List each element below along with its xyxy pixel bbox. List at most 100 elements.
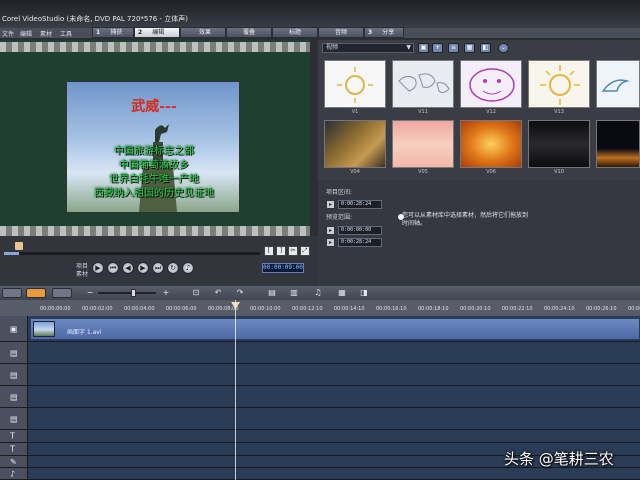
hint-text: 您可以从素材库中选择素材，然后将它们拖放到时间轴。 [402, 212, 529, 227]
trim-start-field[interactable]: 0:00:00:00 [338, 226, 382, 235]
trim-start-spin-button[interactable]: ▸ [326, 226, 335, 235]
cut-clip-button[interactable]: ✂ [288, 246, 298, 256]
playback-panel: 项目 素材 ▶ ⏮ ◀ ▶ ⏭ ↻ ♪ [ ] ✂ ⤢ 00:00:09:00 [0, 236, 318, 286]
timeline-clip[interactable]: 画面字 1.avi [30, 318, 640, 340]
watermark: 头条 @笔耕三农 [504, 450, 614, 468]
expand-preview-button[interactable]: ⤢ [300, 246, 310, 256]
preview-window: 武威--- 中国旅游标志之都 中国葡萄酒故乡 世界白牦牛唯一产地 西藏纳入祖国的… [0, 40, 310, 236]
end-button[interactable]: ⏭ [152, 262, 164, 274]
overlay-track-header[interactable]: ▤ [0, 342, 28, 363]
library-thumb[interactable] [460, 120, 522, 168]
library-caption: V13 [554, 109, 564, 115]
ruler-tick-label: 00:00:28:10 [628, 306, 640, 312]
filmstrip-bottom [0, 226, 310, 236]
audio-mixer-icon[interactable]: ▥ [288, 288, 300, 298]
repeat-icon: ↻ [170, 264, 176, 272]
play-button[interactable]: ▶ [92, 262, 104, 274]
title-bar: Corel VideoStudio (未命名, DVD PAL 720*576 … [0, 0, 640, 28]
mode-clip-label[interactable]: 素材 [76, 269, 88, 278]
timeline-ruler[interactable]: 00:00:00:00 00:00:02:00 00:00:04:00 00:00:0… [0, 300, 640, 316]
volume-button[interactable]: ♪ [182, 262, 194, 274]
library-thumb[interactable] [392, 60, 454, 108]
overlay-track-1: ▤ [0, 342, 640, 364]
zoom-slider[interactable] [98, 292, 156, 294]
library-thumb[interactable] [460, 60, 522, 108]
zoom-out-icon[interactable]: − [84, 288, 96, 298]
home-button[interactable]: ⏮ [107, 262, 119, 274]
add-media-icon[interactable]: + [432, 43, 443, 53]
repeat-button[interactable]: ↻ [167, 262, 179, 274]
fit-project-icon[interactable]: ⊡ [190, 288, 202, 298]
duration-field[interactable]: 0:00:28:24 [338, 200, 382, 209]
previous-button[interactable]: ◀ [122, 262, 134, 274]
zoom-slider-knob[interactable] [130, 289, 136, 297]
overlay-track-4: ▤ [0, 408, 640, 430]
duration-label: 项目区间: [326, 189, 353, 196]
storyboard-view-button[interactable] [2, 288, 22, 298]
redo-icon[interactable]: ↷ [234, 288, 246, 298]
overlay-track-header[interactable]: ▤ [0, 408, 28, 429]
ruler-tick-label: 00:00:02:00 [82, 306, 113, 312]
sun-sketch-image [337, 67, 373, 103]
track-manager-icon[interactable]: ▦ [336, 288, 348, 298]
library-thumb[interactable] [324, 120, 386, 168]
chapter-point-icon[interactable]: ◨ [358, 288, 370, 298]
tab-capture[interactable]: 1 捕获 [92, 27, 134, 38]
library-category-select[interactable]: 视频 ▼ [322, 43, 414, 53]
tab-share[interactable]: 3 分享 [364, 27, 404, 38]
undo-icon[interactable]: ↶ [212, 288, 224, 298]
title-track-header[interactable]: T [0, 443, 28, 455]
overlay-track-header[interactable]: ▤ [0, 386, 28, 407]
zoom-in-icon[interactable]: + [160, 288, 172, 298]
auto-music-icon[interactable]: ♫ [312, 288, 324, 298]
expand-panel-icon[interactable]: ⌄ [498, 43, 509, 53]
library-thumb[interactable] [392, 120, 454, 168]
library-manager-icon[interactable]: ◧ [480, 43, 491, 53]
next-button[interactable]: ▶ [137, 262, 149, 274]
overlay-icon: ▤ [10, 392, 18, 401]
step-tabs: 1 捕获 2 编辑 效果 覆叠 标题 音频 3 分享 [0, 27, 640, 39]
library-caption: V12 [486, 109, 496, 115]
library-thumb[interactable] [324, 60, 386, 108]
record-capture-icon[interactable]: ▤ [266, 288, 278, 298]
ruler-tick-label: 00:00:04:00 [124, 306, 155, 312]
library-thumb[interactable] [596, 120, 640, 168]
sort-icon[interactable]: ≡ [448, 43, 459, 53]
trim-end-field[interactable]: 0:00:28:24 [338, 238, 382, 247]
tab-effects[interactable]: 效果 [180, 27, 226, 38]
library-thumb[interactable] [596, 60, 640, 108]
scrub-handle[interactable] [15, 242, 24, 250]
scrub-bar[interactable] [4, 252, 260, 255]
view-options-icon[interactable]: ▦ [464, 43, 475, 53]
library-thumb[interactable] [528, 120, 590, 168]
music-track-header[interactable]: ♪ [0, 468, 28, 479]
music-note-icon: ♪ [10, 469, 16, 478]
trim-end-spin-button[interactable]: ▸ [326, 238, 335, 247]
tab-audio[interactable]: 音频 [318, 27, 364, 38]
timecode-display[interactable]: 00:00:09:00 [262, 263, 304, 273]
duration-spin-button[interactable]: ▸ [326, 200, 335, 209]
ruler-tick-label: 00:00:00:00 [40, 306, 71, 312]
play-icon: ▶ [95, 264, 101, 272]
overlay-track-header[interactable]: ▤ [0, 364, 28, 385]
video-track-header[interactable]: ▣ [0, 316, 28, 341]
folder-open-icon[interactable]: ▣ [418, 43, 429, 53]
mark-out-button[interactable]: ] [276, 246, 286, 256]
ruler-tick-label: 00:00:22:10 [502, 306, 533, 312]
next-icon: ▶ [140, 264, 146, 272]
ruler-tick-label: 00:00:08:00 [208, 306, 239, 312]
mark-in-button[interactable]: [ [264, 246, 274, 256]
tab-edit[interactable]: 2 编辑 [134, 27, 180, 38]
ruler-tick-label: 00:00:06:00 [166, 306, 197, 312]
chevron-down-icon: ▼ [406, 44, 411, 51]
tab-title[interactable]: 标题 [272, 27, 318, 38]
library-thumb[interactable] [528, 60, 590, 108]
audio-view-button[interactable] [52, 288, 72, 298]
ruler-tick-label: 00:00:14:10 [334, 306, 365, 312]
tab-overlay[interactable]: 覆叠 [226, 27, 272, 38]
timeline-view-button[interactable] [26, 288, 46, 298]
title-t-icon: T [10, 444, 15, 454]
microphone-icon: ✎ [10, 457, 17, 466]
title-track-header[interactable]: T [0, 430, 28, 442]
voice-track-header[interactable]: ✎ [0, 456, 28, 467]
